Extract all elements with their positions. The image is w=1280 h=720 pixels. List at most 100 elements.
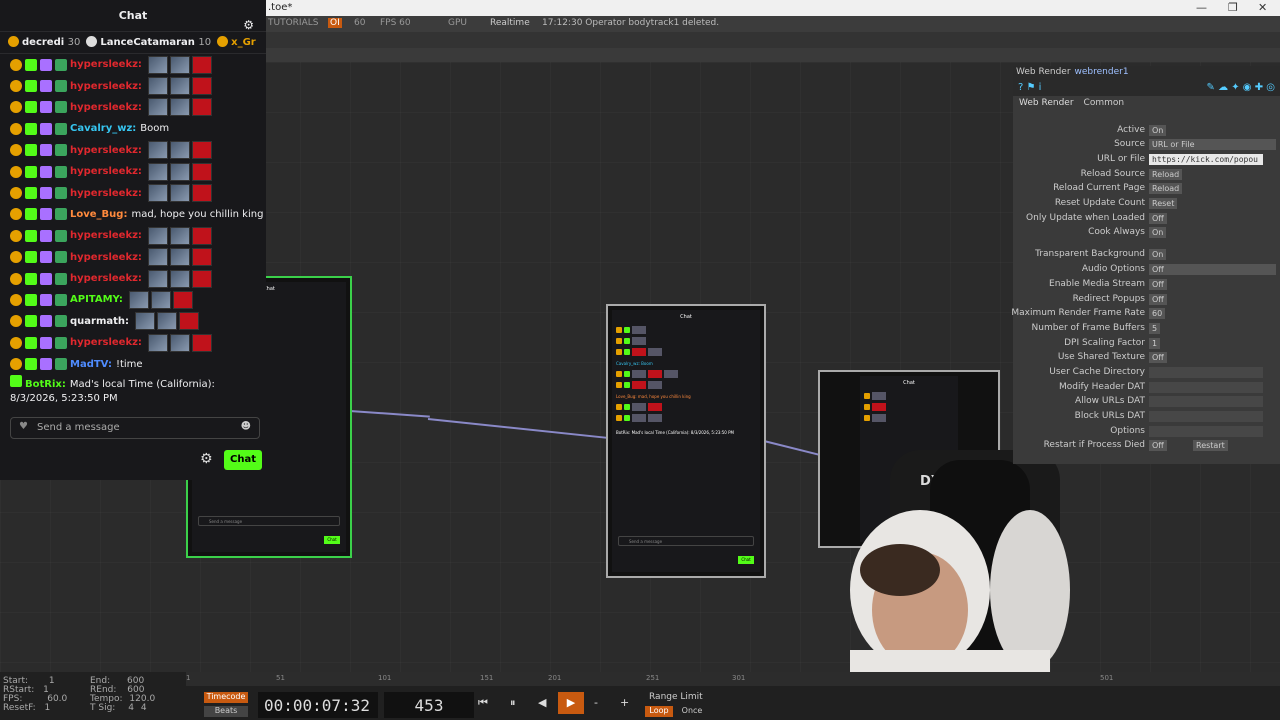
emote-image [169,141,190,160]
once-toggle[interactable]: Once [678,706,706,717]
close-button[interactable]: ✕ [1258,1,1267,14]
op-name[interactable]: webrender1 [1075,67,1129,77]
python-icon[interactable]: ⚑ [1027,82,1036,93]
chat-username[interactable]: hypersleekz: [70,166,142,177]
chat-username[interactable]: MadTV: [70,359,112,370]
param-value[interactable]: Off [1149,279,1167,290]
param-value[interactable]: 5 [1149,323,1161,334]
gift-badge-icon [8,36,19,47]
param-value[interactable]: Off [1149,264,1276,275]
chat-username[interactable]: hypersleekz: [70,252,142,263]
emote-image [191,248,212,267]
frame-display[interactable]: 453 [384,692,474,718]
restart-button[interactable]: Restart [1193,440,1228,451]
timecode-toggle[interactable]: Timecode [204,692,248,703]
rewind-button[interactable]: ⏮ [478,696,488,710]
oi-button[interactable]: OI [328,18,342,28]
chat-send-button[interactable]: Chat [224,450,262,470]
gifter-badge-icon [10,101,22,114]
timecode-display[interactable]: 00:00:07:32 [258,692,378,718]
chat-message: hypersleekz: [0,54,266,75]
help-icon[interactable]: ? [1018,82,1023,93]
emote-icon[interactable]: ♥ [19,421,28,432]
timeline-ruler[interactable]: 1 51 101 151 201 251 301 501 [186,672,1280,686]
param-value[interactable] [1149,411,1263,422]
gift-badge-icon [217,36,229,47]
minimize-button[interactable]: — [1196,1,1207,14]
param-value[interactable]: URL or File [1149,139,1276,150]
emoji-icon[interactable]: ☻ [241,421,251,432]
tab-common[interactable]: Common [1084,98,1125,110]
gifter-badge-icon [10,251,22,264]
emote-image [169,248,190,267]
beats-toggle[interactable]: Beats [204,706,248,717]
param-value[interactable]: Reload [1149,183,1183,194]
info-icon[interactable]: i [1039,82,1042,93]
step-minus-button[interactable]: - [594,696,598,709]
param-value[interactable]: https://kick.com/popou [1149,154,1263,165]
chat-username[interactable]: hypersleekz: [70,59,142,70]
fps-cap: 60 [354,18,366,28]
chat-input[interactable]: ♥ Send a message ☻ [10,417,260,439]
settings-gear-icon[interactable]: ⚙ [200,451,213,467]
emote-image [191,141,212,160]
param-value[interactable]: On [1149,249,1167,260]
param-row: Reload Current Page Reload [1013,183,1280,197]
param-value[interactable]: On [1149,227,1167,238]
loop-toggle[interactable]: Loop [645,706,673,717]
play-button[interactable]: ▶ [558,692,584,714]
param-tools-icon[interactable]: ✎ ☁ ✦ ◉ ✚ ◎ [1207,82,1275,93]
param-value[interactable]: 60 [1149,308,1166,319]
chat-username[interactable]: hypersleekz: [70,81,142,92]
param-value[interactable] [1149,426,1263,437]
param-value[interactable]: Off [1149,440,1167,451]
param-value[interactable] [1149,396,1263,407]
param-value[interactable]: 1 [1149,338,1161,349]
tutorials-button[interactable]: TUTORIALS [268,18,318,28]
chat-username[interactable]: Cavalry_wz: [70,123,136,134]
chat-username[interactable]: APITAMY: [70,294,123,305]
ruler-tick-label: 251 [646,674,660,682]
step-plus-button[interactable]: + [620,696,629,709]
webrender-node[interactable]: Chat Cavalry_wz: Boom Love_Bug: mad, hop… [606,304,766,578]
chat-username[interactable]: hypersleekz: [70,102,142,113]
param-value[interactable] [1149,367,1263,378]
param-value[interactable]: Off [1149,213,1167,224]
chat-username[interactable]: Love_Bug: [70,209,127,220]
param-value[interactable]: Reset [1149,198,1178,209]
chat-username[interactable]: hypersleekz: [70,337,142,348]
chat-username[interactable]: hypersleekz: [70,145,142,156]
subscriber-badge-icon [25,272,37,285]
tab-web-render[interactable]: Web Render [1019,98,1074,110]
maximize-button[interactable]: ❐ [1228,1,1238,14]
emote-image [169,162,190,181]
param-label: Reload Source [1080,169,1145,179]
gifter-badge-icon [10,272,22,285]
gpu-display: GPU [448,18,467,28]
param-label: Use Shared Texture [1057,352,1145,362]
emote-image [191,77,212,96]
emote-image [147,184,168,203]
user-settings-icon[interactable]: ⚙ [243,9,254,41]
chat-username[interactable]: hypersleekz: [70,273,142,284]
chat-username[interactable]: quarmath: [70,316,129,327]
chat-text: Boom [140,123,170,135]
param-value[interactable]: Reload [1149,169,1183,180]
verified-badge-icon [10,375,22,387]
step-back-button[interactable]: ◀ [538,696,546,709]
realtime-toggle[interactable]: Realtime [490,18,530,28]
chat-username[interactable]: hypersleekz: [70,188,142,199]
chat-messages[interactable]: hypersleekz: hypersleekz: hypersleekz: Cava… [0,54,266,404]
chat-text: mad, hope you chillin king [131,208,264,220]
param-value[interactable]: Off [1149,294,1167,305]
vip-badge-icon [40,358,52,371]
param-label: Redirect Popups [1072,294,1145,304]
param-value[interactable]: On [1149,125,1167,136]
vip-badge-icon [40,165,52,178]
vip-badge-icon [40,187,52,200]
pause-button[interactable]: ⏸ [510,696,516,710]
param-value[interactable] [1149,382,1263,393]
param-row: Cook Always On [1013,227,1280,241]
chat-username[interactable]: hypersleekz: [70,230,142,241]
param-value[interactable]: Off [1149,352,1167,363]
